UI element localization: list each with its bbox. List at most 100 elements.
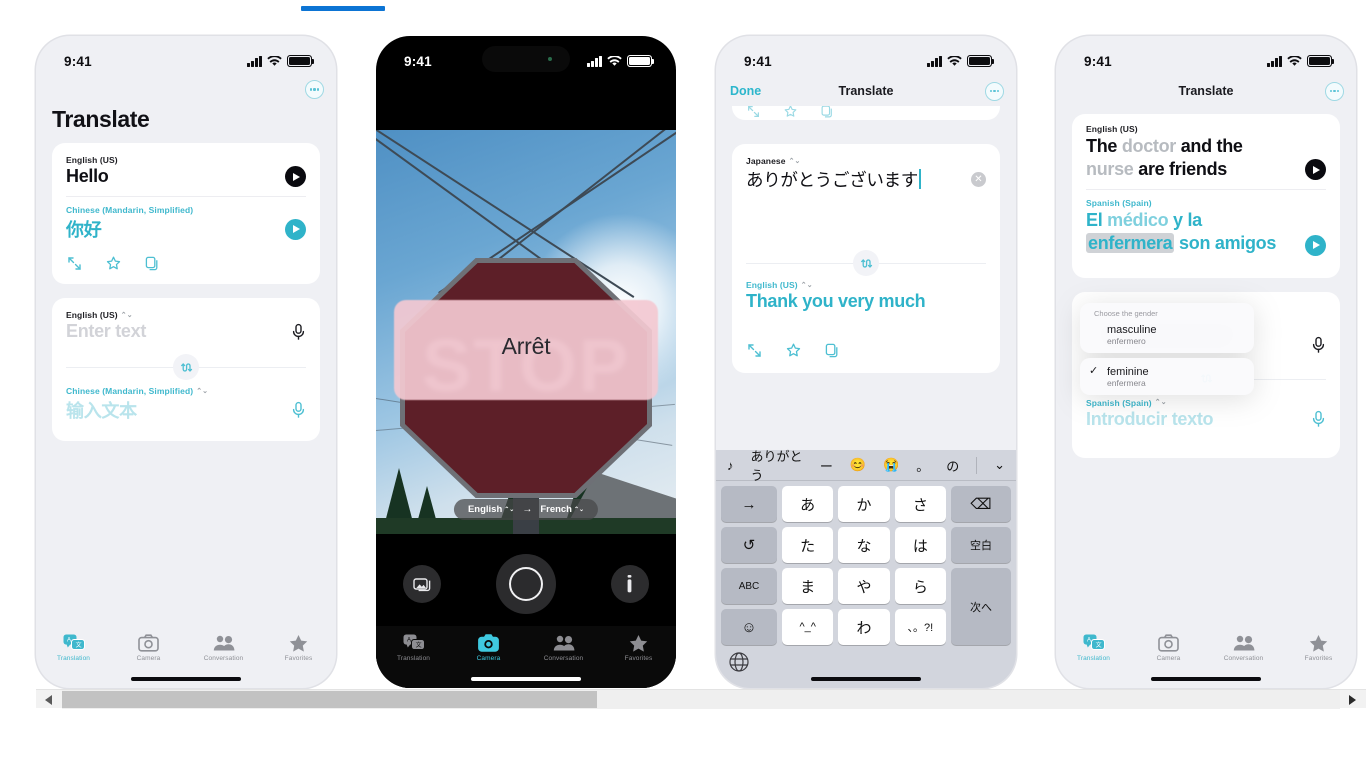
tab-conversation[interactable]: Conversation (186, 634, 261, 662)
popover-option-masculine[interactable]: masculine enfermero (1080, 321, 1254, 353)
prediction-item[interactable]: の (946, 456, 959, 475)
tab-translation[interactable]: A文 Translation (1056, 634, 1131, 662)
play-source-audio-button[interactable] (285, 166, 306, 187)
prediction-item[interactable]: ー (820, 456, 833, 475)
key-ta[interactable]: た (782, 527, 834, 563)
mic-icon-target[interactable] (291, 401, 306, 419)
entry-source-language-selector[interactable]: English (US) ⌃⌄ (66, 310, 306, 320)
mic-icon-source[interactable] (1311, 336, 1326, 354)
play-target-audio-button[interactable] (1305, 234, 1326, 256)
tab-conversation[interactable]: Conversation (1206, 634, 1281, 662)
star-icon[interactable] (105, 255, 122, 272)
expand-icon[interactable] (746, 342, 763, 359)
key-arrow-right[interactable]: → (721, 486, 777, 522)
tab-favorites[interactable]: Favorites (261, 634, 336, 662)
prediction-item[interactable]: 😊 (850, 457, 866, 473)
ellipsis-icon[interactable] (1325, 81, 1344, 101)
prediction-item[interactable]: ♪ (727, 458, 734, 473)
option-subtitle: enfermera (1107, 378, 1146, 388)
key-a[interactable]: あ (782, 486, 834, 522)
copy-icon[interactable] (144, 255, 161, 272)
globe-icon[interactable] (728, 651, 750, 673)
output-language-selector[interactable]: English (US) ⌃⌄ (746, 280, 986, 290)
key-kaomoji[interactable]: ^_^ (782, 609, 834, 645)
mic-icon-source[interactable] (291, 323, 306, 341)
camera-screen: STOP Arrêt English ⌃⌄ → French ⌃⌄ (376, 76, 676, 688)
star-icon[interactable] (785, 342, 802, 359)
entry-target-language-selector[interactable]: Chinese (Mandarin, Simplified) ⌃⌄ (66, 386, 306, 396)
play-target-audio-button[interactable] (285, 218, 306, 240)
key-space[interactable]: 空白 (950, 527, 1011, 563)
scrollbar-thumb[interactable] (62, 691, 597, 708)
star-icon (1309, 635, 1328, 652)
gender-word-highlight[interactable]: enfermera (1086, 233, 1175, 254)
swap-languages-button[interactable] (853, 250, 879, 276)
key-ra[interactable]: ら (894, 568, 946, 604)
target-row: El médico y la enfermera son amigos (1086, 209, 1326, 256)
conversation-icon (553, 635, 574, 651)
status-time: 9:41 (744, 53, 772, 69)
key-ma[interactable]: ま (782, 568, 834, 604)
key-ka[interactable]: か (838, 486, 890, 522)
flashlight-button[interactable] (610, 565, 649, 603)
horizontal-scrollbar[interactable] (36, 689, 1366, 709)
entry-target-row[interactable]: Introducir texto (1086, 409, 1326, 430)
prediction-item[interactable]: ありがとう (751, 446, 803, 484)
tab-favorites[interactable]: Favorites (601, 634, 676, 662)
chevron-down-icon[interactable]: ⌄ (994, 457, 1005, 473)
tab-conversation[interactable]: Conversation (526, 634, 601, 662)
popover-section-masculine: Choose the gender masculine enfermero (1080, 303, 1254, 353)
swap-languages-button[interactable] (173, 354, 199, 380)
key-na[interactable]: な (838, 527, 890, 563)
top-progress-bar (301, 6, 385, 11)
tab-camera[interactable]: Camera (451, 634, 526, 662)
ellipsis-icon[interactable] (305, 80, 324, 99)
tab-label: Favorites (284, 655, 313, 662)
key-abc[interactable]: ABC (721, 568, 777, 604)
key-ya[interactable]: や (838, 568, 890, 604)
tab-favorites[interactable]: Favorites (1281, 634, 1356, 662)
scroll-left-arrow[interactable] (36, 690, 62, 709)
tab-label: Translation (56, 655, 90, 662)
copy-icon[interactable] (824, 342, 841, 359)
key-wa[interactable]: わ (838, 609, 890, 645)
input-language-selector[interactable]: Japanese ⌃⌄ (746, 156, 986, 166)
tab-translation[interactable]: A文 Translation (36, 634, 111, 662)
tab-translation[interactable]: A文 Translation (376, 634, 451, 662)
photos-library-button[interactable] (403, 565, 442, 603)
key-backspace[interactable]: ⌫ (950, 486, 1011, 522)
key-punctuation[interactable]: 、。?! (894, 609, 946, 645)
target-language-label: Chinese (Mandarin, Simplified) (66, 205, 194, 215)
cellular-icon (927, 55, 942, 67)
input-row[interactable]: ありがとうございます ✕ (746, 167, 986, 192)
key-emoji[interactable]: ☺ (721, 609, 777, 645)
shutter-button[interactable] (495, 554, 556, 614)
clear-icon[interactable]: ✕ (971, 172, 986, 187)
key-sa[interactable]: さ (894, 486, 946, 522)
expand-icon (748, 106, 759, 117)
expand-icon[interactable] (66, 255, 83, 272)
play-source-audio-button[interactable] (1305, 159, 1326, 180)
entry-target-row[interactable]: 输入文本 (66, 397, 306, 423)
key-ha[interactable]: は (894, 527, 946, 563)
divider (66, 196, 306, 197)
key-next[interactable]: 次へ (950, 568, 1011, 645)
mic-icon-target[interactable] (1311, 410, 1326, 428)
translation-icon: A文 (63, 634, 85, 650)
prediction-item[interactable]: 😭 (883, 457, 899, 473)
prediction-item[interactable]: 。 (916, 456, 929, 475)
phone3-screen: Done Translate Japanese⌃⌄ ありがとうございます ✕ (716, 76, 1016, 688)
divider (1086, 189, 1326, 190)
key-undo[interactable]: ↺ (721, 527, 777, 563)
entry-target-language-selector[interactable]: Spanish (Spain) ⌃⌄ (1086, 398, 1326, 408)
ellipsis-icon[interactable] (985, 81, 1004, 101)
tab-camera[interactable]: Camera (111, 634, 186, 662)
language-pair-pill[interactable]: English ⌃⌄ → French ⌃⌄ (453, 499, 599, 520)
popover-option-feminine[interactable]: ✓ feminine enfermera (1080, 358, 1254, 395)
copy-icon (821, 106, 832, 118)
scroll-right-arrow[interactable] (1340, 690, 1366, 709)
source-text: The doctor and the nurse are friends (1086, 136, 1243, 179)
tab-camera[interactable]: Camera (1131, 634, 1206, 662)
entry-source-row[interactable]: Enter text (66, 321, 306, 342)
camera-viewfinder[interactable]: STOP Arrêt English ⌃⌄ → French ⌃⌄ (376, 130, 676, 534)
